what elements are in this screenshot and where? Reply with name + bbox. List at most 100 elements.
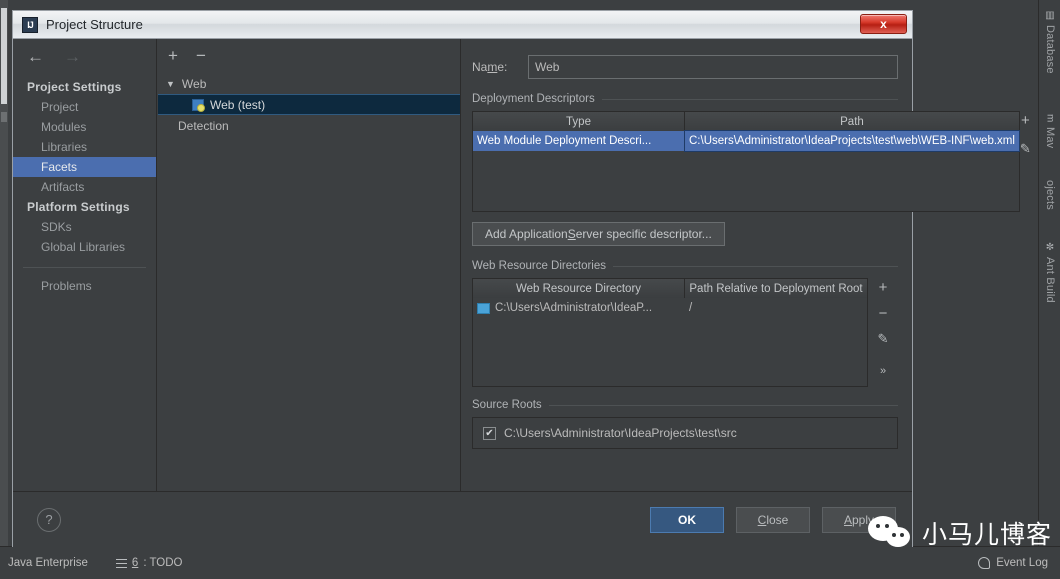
tree-node-detection-label: Detection: [178, 118, 229, 133]
tab-database[interactable]: ▥ Database: [1039, 6, 1060, 92]
intellij-icon: IJ: [22, 16, 38, 33]
add-application-server-descriptor-button[interactable]: Add Application Server specific descript…: [472, 222, 725, 246]
facets-toolbar: + −: [158, 39, 460, 71]
name-label: Name:: [472, 60, 508, 74]
tab-ant-build[interactable]: ✼ Ant Build: [1039, 238, 1060, 318]
web-resource-directories-group: Web Resource Directories Web Resource Di…: [472, 260, 898, 387]
status-todo-label: : TODO: [143, 557, 183, 569]
table-header: Web Resource Directory Path Relative to …: [473, 279, 867, 298]
remove-web-resource-icon-button[interactable]: −: [879, 306, 888, 321]
column-header-path-relative[interactable]: Path Relative to Deployment Root: [685, 279, 867, 298]
left-scrollbar[interactable]: [0, 0, 8, 546]
group-divider: [613, 265, 898, 267]
left-scrollbar-thumb-secondary[interactable]: [1, 112, 7, 122]
cell-path[interactable]: C:\Users\Administrator\IdeaProjects\test…: [684, 130, 1020, 152]
back-arrow-icon[interactable]: ←: [27, 48, 44, 65]
sidebar-item-modules[interactable]: Modules: [13, 117, 156, 137]
sidebar-item-facets[interactable]: Facets: [13, 157, 156, 177]
tab-projects[interactable]: ojects: [1039, 176, 1060, 230]
cell-type: Web Module Deployment Descri...: [473, 131, 685, 151]
nav-group-project-settings: Project Settings: [27, 80, 122, 94]
facets-tree-pane: + − ▼ Web Web (test) Detection: [158, 39, 461, 519]
help-button[interactable]: ?: [37, 507, 61, 532]
group-divider: [548, 404, 898, 406]
deployment-descriptors-table-wrap: Type Path Web Module Deployment Descri..…: [472, 111, 1031, 212]
watermark: 小马儿博客: [867, 515, 1052, 551]
add-descriptor-icon-button[interactable]: +: [1021, 113, 1030, 128]
close-button-rest: lose: [766, 512, 789, 527]
nav-divider: [23, 267, 146, 268]
tree-node-web[interactable]: ▼ Web: [158, 73, 460, 94]
deployment-descriptors-group: Deployment Descriptors Type Path Web Mod: [472, 93, 1031, 246]
facet-detail-pane: Name: Web Deployment Descriptors Type Pa…: [462, 39, 1031, 519]
source-roots-list: ✔ C:\Users\Administrator\IdeaProjects\te…: [472, 417, 898, 449]
nav-group-platform-settings: Platform Settings: [27, 200, 130, 214]
tab-database-label: Database: [1044, 25, 1056, 74]
cell-web-resource-directory: C:\Users\Administrator\IdeaP...: [473, 298, 685, 318]
name-field-row: Name: Web: [472, 55, 898, 79]
event-log-icon: [978, 557, 991, 569]
web-resources-side-buttons: + − ✎ »: [868, 278, 898, 387]
sidebar-item-libraries[interactable]: Libraries: [13, 137, 156, 157]
dialog-title-bar[interactable]: IJ Project Structure x: [13, 11, 912, 39]
wechat-logo-icon: [867, 516, 914, 550]
table-header: Type Path: [473, 112, 1019, 131]
deployment-descriptors-table: Type Path Web Module Deployment Descri..…: [472, 111, 1020, 212]
dialog-footer: ? OK Close Apply: [13, 491, 912, 547]
column-header-type[interactable]: Type: [473, 112, 685, 131]
column-header-path[interactable]: Path: [685, 112, 1019, 131]
status-java-enterprise[interactable]: Java Enterprise: [8, 557, 88, 569]
source-roots-title-row: Source Roots: [472, 399, 898, 411]
column-header-web-resource-directory[interactable]: Web Resource Directory: [473, 279, 685, 298]
tab-ant-build-label: Ant Build: [1044, 257, 1056, 304]
database-icon: ▥: [1044, 10, 1056, 22]
maven-icon: m: [1044, 114, 1056, 123]
status-todo[interactable]: 6 : TODO: [115, 557, 183, 569]
ok-button[interactable]: OK: [650, 506, 724, 533]
cell-path-relative: /: [689, 302, 693, 314]
cell-web-resource-directory-text: C:\Users\Administrator\IdeaP...: [495, 302, 653, 314]
sidebar-item-global-libraries[interactable]: Global Libraries: [13, 237, 156, 257]
forward-arrow-icon: →: [64, 46, 81, 66]
add-web-resource-icon-button[interactable]: +: [879, 280, 888, 295]
sidebar-item-project[interactable]: Project: [13, 97, 156, 117]
tree-node-web-test-label: Web (test): [210, 97, 266, 112]
chevron-down-icon[interactable]: ▼: [166, 79, 175, 89]
status-event-log[interactable]: Event Log: [978, 557, 1048, 569]
deployment-descriptors-title: Deployment Descriptors: [472, 93, 595, 105]
remove-facet-button[interactable]: −: [196, 47, 206, 64]
tab-projects-label: ojects: [1044, 180, 1056, 210]
left-scrollbar-thumb[interactable]: [1, 8, 7, 104]
name-input[interactable]: Web: [528, 55, 898, 79]
edit-web-resource-icon-button[interactable]: ✎: [878, 332, 889, 345]
deployment-descriptors-title-row: Deployment Descriptors: [472, 93, 898, 105]
edit-descriptor-icon-button[interactable]: ✎: [1020, 142, 1031, 155]
source-root-checkbox[interactable]: ✔: [483, 426, 496, 440]
table-row[interactable]: C:\Users\Administrator\IdeaP... /: [473, 298, 867, 318]
add-facet-button[interactable]: +: [168, 47, 178, 64]
nav-list: Project Settings Project Modules Librari…: [13, 73, 156, 296]
tree-node-detection[interactable]: Detection: [158, 115, 460, 136]
source-root-path: C:\Users\Administrator\IdeaProjects\test…: [504, 426, 737, 440]
close-button[interactable]: x: [860, 14, 907, 34]
sidebar-item-artifacts[interactable]: Artifacts: [13, 177, 156, 197]
footer-buttons: OK Close Apply: [650, 506, 896, 533]
status-event-log-label: Event Log: [996, 557, 1048, 569]
web-resources-table-wrap: Web Resource Directory Path Relative to …: [472, 278, 898, 387]
source-roots-title: Source Roots: [472, 399, 542, 411]
add-app-server-descriptor-row: Add Application Server specific descript…: [472, 222, 898, 246]
tree-node-web-test[interactable]: Web (test): [158, 94, 460, 115]
sidebar-item-sdks[interactable]: SDKs: [13, 217, 156, 237]
watermark-text: 小马儿博客: [921, 520, 1052, 549]
tab-maven[interactable]: m Mav: [1039, 110, 1060, 168]
table-row[interactable]: Web Module Deployment Descri... C:\Users…: [473, 130, 1020, 152]
more-options-icon-button[interactable]: »: [880, 366, 886, 377]
nav-buttons: ← →: [13, 39, 156, 73]
right-tool-tabs: ▥ Database m Mav ojects ✼ Ant Build: [1038, 0, 1060, 546]
sidebar-item-problems[interactable]: Problems: [13, 276, 156, 296]
deployment-side-buttons: + ✎: [1020, 111, 1031, 212]
dialog-title: Project Structure: [46, 17, 143, 32]
project-structure-dialog: IJ Project Structure x ← → Project Setti…: [12, 10, 1031, 547]
close-dialog-button[interactable]: Close: [736, 506, 810, 533]
tab-maven-label: Mav: [1044, 126, 1056, 148]
